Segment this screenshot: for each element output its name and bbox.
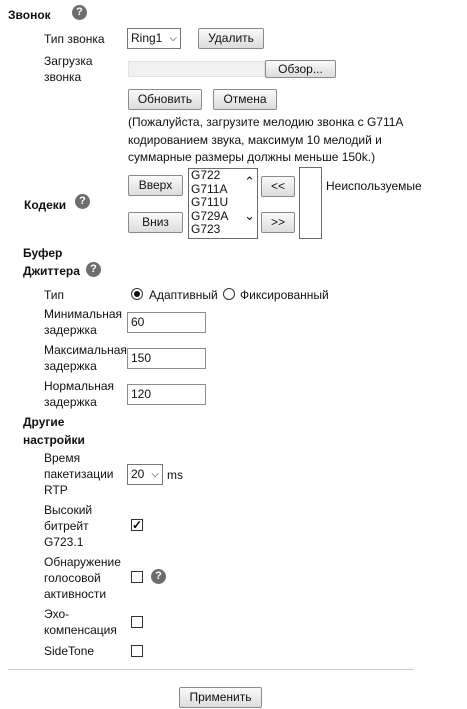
delete-ringtone-button[interactable]: Удалить [198, 28, 264, 49]
other-settings-title-line2: настройки [23, 433, 85, 447]
normal-delay-input[interactable]: 120 [127, 384, 206, 405]
jitter-help-icon[interactable]: ? [86, 262, 101, 277]
adaptive-radio[interactable] [131, 288, 143, 300]
ringtone-title: Звонок [8, 8, 51, 22]
codecs-help-icon[interactable]: ? [75, 194, 90, 209]
rtp-packetization-select[interactable]: 20 ⌵ [127, 464, 163, 485]
move-up-button[interactable]: Вверх [128, 175, 183, 196]
file-path-field[interactable] [128, 61, 265, 77]
vad-help-icon[interactable]: ? [151, 569, 166, 584]
move-down-button[interactable]: Вниз [128, 212, 183, 233]
codecs-title: Кодеки [24, 198, 67, 212]
rtp-label-line2: пакетизации [44, 467, 114, 481]
g723-high-bitrate-label: Высокий битрейт G723.1 [44, 502, 92, 550]
normal-delay-label: Нормальная задержка [44, 378, 114, 410]
max-delay-label-line2: задержка [44, 359, 97, 373]
ringtone-help-icon[interactable]: ? [72, 5, 87, 20]
ringtone-note: (Пожалуйста, загрузите мелодию звонка с … [128, 114, 403, 167]
ringtone-note-line3: суммарные размеры должны меньше 150k.) [128, 150, 376, 164]
other-settings-title: Другие настройки [23, 413, 85, 449]
ringtone-type-value: Ring1 [131, 31, 163, 45]
vad-label-line1: Обнаружение [44, 555, 121, 569]
ringtone-upload-label-line1: Загрузка [44, 54, 93, 68]
scroll-down-icon[interactable]: ⌄ [244, 209, 255, 222]
ringtone-note-line2: кодированием звука, максимум 10 мелодий … [128, 132, 382, 147]
browse-button[interactable]: Обзор... [265, 60, 336, 78]
unused-codecs-label: Неиспользуемые [326, 179, 422, 193]
jitter-type-label: Тип [44, 288, 65, 302]
max-delay-input[interactable]: 150 [127, 348, 206, 369]
max-delay-label: Максимальная задержка [44, 342, 127, 374]
chevron-down-icon: ⌵ [169, 33, 177, 44]
vad-checkbox[interactable] [131, 571, 143, 583]
min-delay-label: Минимальная задержка [44, 306, 122, 338]
update-button[interactable]: Обновить [128, 89, 202, 110]
list-item[interactable]: G723 [189, 222, 257, 237]
move-right-button[interactable]: >> [261, 212, 295, 233]
divider [8, 669, 414, 670]
jitter-title: Буфер Джиттера [23, 244, 80, 280]
normal-delay-label-line1: Нормальная [44, 379, 114, 393]
scroll-up-icon[interactable]: ⌃ [244, 175, 255, 188]
cancel-button[interactable]: Отмена [213, 89, 277, 110]
unused-codecs-list[interactable] [299, 167, 322, 239]
vad-label-line3: активности [44, 587, 107, 601]
apply-button[interactable]: Применить [179, 687, 262, 708]
echo-cancellation-checkbox[interactable] [131, 616, 143, 628]
max-delay-label-line1: Максимальная [44, 343, 127, 357]
used-codecs-list[interactable]: G722 G711A G711U G729A G723 ⌃ ⌄ [188, 168, 258, 239]
echo-label-line1: Эхо- [44, 607, 70, 621]
rtp-packetization-label: Время пакетизации RTP [44, 450, 114, 498]
sidetone-checkbox[interactable] [131, 645, 143, 657]
rtp-unit: ms [167, 468, 183, 482]
ringtone-upload-label: Загрузка звонка [44, 53, 93, 85]
g723-label-line2: битрейт [44, 519, 89, 533]
jitter-title-line2: Джиттера [23, 264, 80, 278]
adaptive-label: Адаптивный [149, 288, 218, 302]
check-icon: ✓ [132, 518, 143, 532]
chevron-down-icon: ⌵ [151, 469, 159, 480]
min-delay-label-line2: задержка [44, 323, 97, 337]
echo-cancellation-label: Эхо- компенсация [44, 606, 117, 638]
move-left-button[interactable]: << [261, 176, 295, 197]
ringtone-type-select[interactable]: Ring1 ⌵ [127, 28, 181, 49]
sidetone-label: SideTone [44, 644, 95, 658]
ringtone-upload-label-line2: звонка [44, 70, 82, 84]
rtp-value: 20 [131, 467, 145, 481]
g723-label-line3: G723.1 [44, 535, 84, 549]
min-delay-input[interactable]: 60 [127, 312, 206, 333]
g723-high-bitrate-checkbox[interactable]: ✓ [131, 519, 143, 531]
vad-label: Обнаружение голосовой активности [44, 554, 121, 602]
echo-label-line2: компенсация [44, 623, 117, 637]
rtp-label-line1: Время [44, 451, 81, 465]
jitter-title-line1: Буфер [23, 246, 63, 260]
rtp-label-line3: RTP [44, 483, 68, 497]
vad-label-line2: голосовой [44, 571, 101, 585]
ringtone-type-label: Тип звонка [44, 32, 105, 46]
min-delay-label-line1: Минимальная [44, 307, 123, 321]
normal-delay-label-line2: задержка [44, 395, 97, 409]
fixed-radio[interactable] [223, 288, 235, 300]
fixed-label: Фиксированный [240, 288, 329, 302]
other-settings-title-line1: Другие [23, 415, 65, 429]
ringtone-note-line1: (Пожалуйста, загрузите мелодию звонка с … [128, 115, 404, 129]
g723-label-line1: Высокий [44, 503, 93, 517]
